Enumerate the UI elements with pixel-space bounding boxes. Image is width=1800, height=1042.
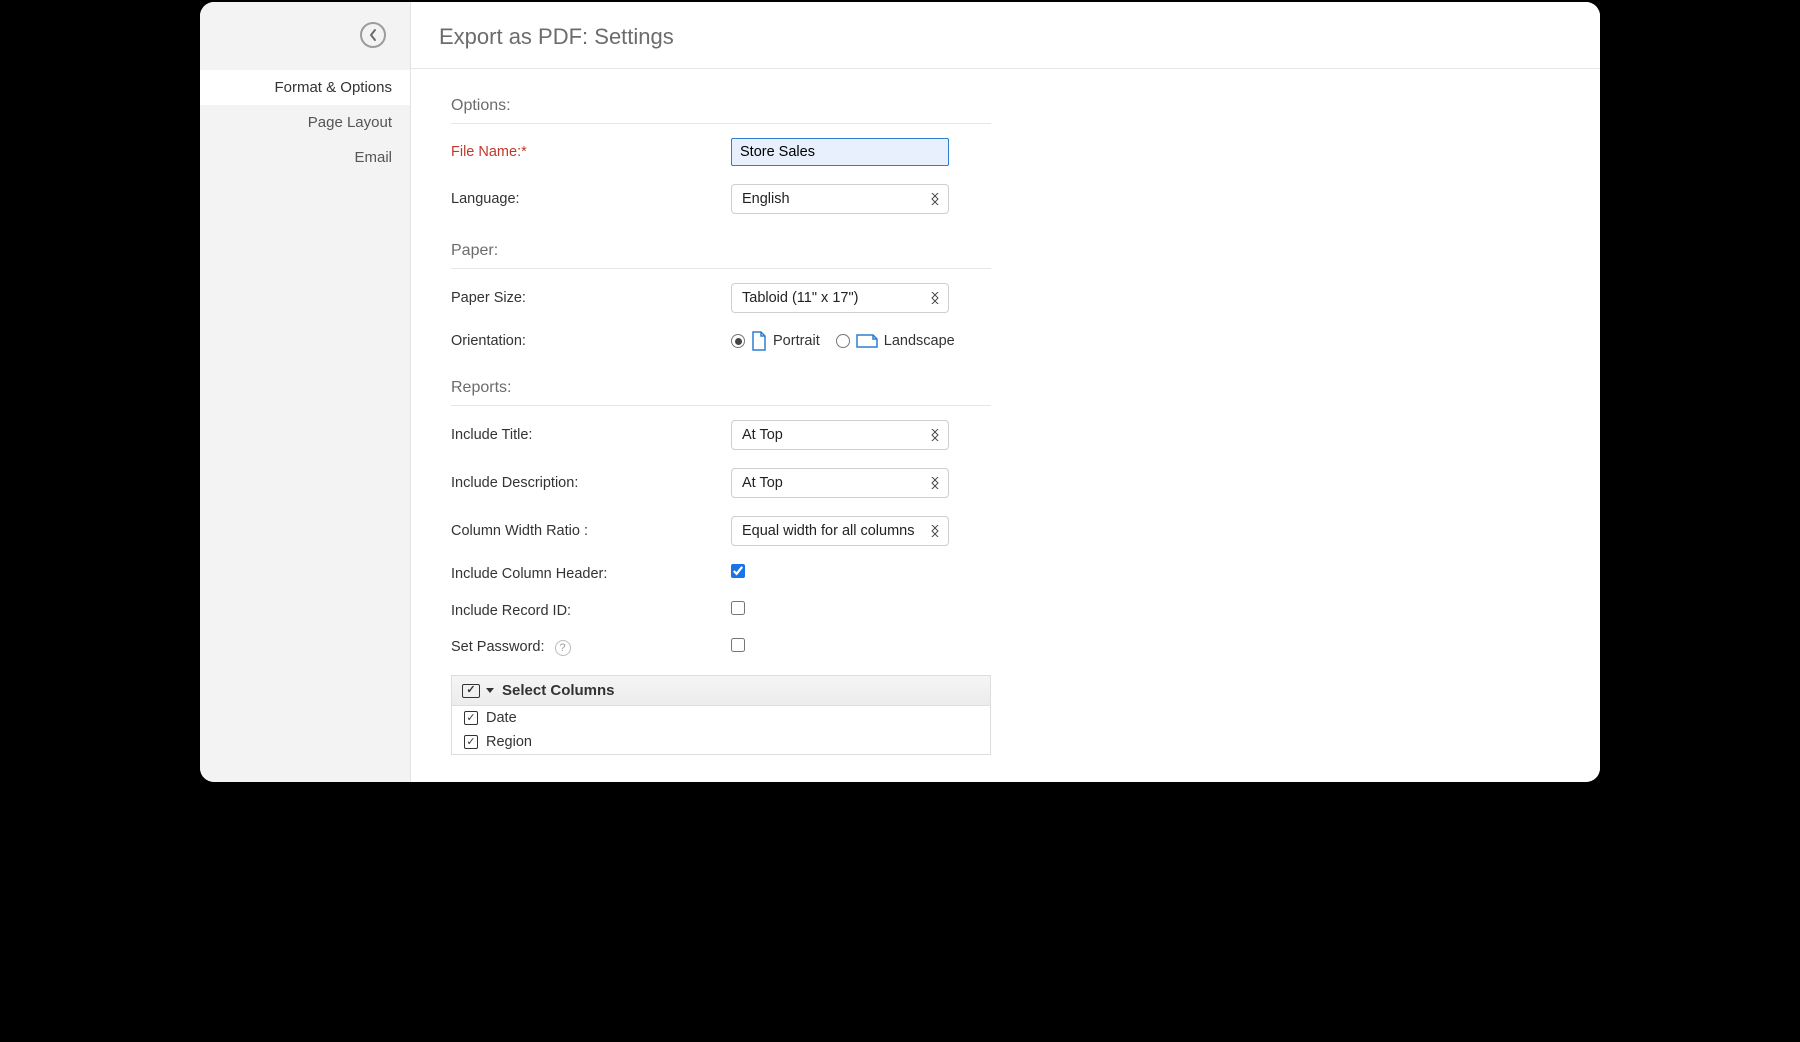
select-columns-label: Select Columns (502, 682, 615, 699)
landscape-label: Landscape (884, 333, 955, 349)
include-header-checkbox[interactable] (731, 564, 745, 578)
landscape-page-icon (856, 333, 878, 349)
row-file-name: File Name:* (451, 138, 991, 166)
column-item[interactable]: Date (452, 706, 990, 730)
radio-icon (836, 334, 850, 348)
row-col-width: Column Width Ratio : Equal width for all… (451, 516, 991, 546)
row-set-password: Set Password: ? (451, 638, 991, 657)
section-reports-title: Reports: (451, 369, 991, 406)
column-item[interactable]: Region (452, 730, 990, 754)
chevron-left-icon (368, 28, 378, 42)
main-panel: Export as PDF: Settings Options: File Na… (410, 2, 1600, 782)
caret-down-icon (486, 688, 494, 693)
row-include-desc: Include Description: At Top (451, 468, 991, 498)
portrait-label: Portrait (773, 333, 820, 349)
file-name-label: File Name:* (451, 144, 731, 160)
select-columns-box: Select Columns Date Region (451, 675, 991, 755)
include-recid-label: Include Record ID: (451, 603, 731, 619)
checkbox-icon[interactable] (464, 711, 478, 725)
select-all-checkbox-icon[interactable] (462, 684, 480, 698)
set-password-checkbox[interactable] (731, 638, 745, 652)
row-include-title: Include Title: At Top (451, 420, 991, 450)
sidebar-item-email[interactable]: Email (200, 140, 410, 175)
include-title-label: Include Title: (451, 427, 731, 443)
include-header-label: Include Column Header: (451, 566, 731, 582)
orientation-portrait[interactable]: Portrait (731, 331, 820, 351)
orientation-landscape[interactable]: Landscape (836, 333, 955, 349)
include-title-select[interactable]: At Top (731, 420, 949, 450)
sidebar-item-page-layout[interactable]: Page Layout (200, 105, 410, 140)
page-title: Export as PDF: Settings (411, 2, 1600, 69)
checkbox-icon[interactable] (464, 735, 478, 749)
language-select[interactable]: English (731, 184, 949, 214)
radio-icon (731, 334, 745, 348)
section-paper-title: Paper: (451, 232, 991, 269)
language-label: Language: (451, 191, 731, 207)
sidebar-item-format-options[interactable]: Format & Options (200, 70, 410, 105)
file-name-input[interactable] (731, 138, 949, 166)
paper-size-label: Paper Size: (451, 290, 731, 306)
row-include-recid: Include Record ID: (451, 601, 991, 620)
paper-size-select[interactable]: Tabloid (11" x 17") (731, 283, 949, 313)
section-options-title: Options: (451, 87, 991, 124)
row-include-header: Include Column Header: (451, 564, 991, 583)
include-desc-select[interactable]: At Top (731, 468, 949, 498)
export-settings-window: Format & Options Page Layout Email Expor… (200, 2, 1600, 782)
orientation-label: Orientation: (451, 333, 731, 349)
column-label: Region (486, 734, 532, 750)
select-columns-header[interactable]: Select Columns (452, 676, 990, 706)
col-width-label: Column Width Ratio : (451, 523, 731, 539)
section-reports: Reports: Include Title: At Top Include D… (451, 369, 991, 755)
column-label: Date (486, 710, 517, 726)
section-paper: Paper: Paper Size: Tabloid (11" x 17") O… (451, 232, 991, 351)
portrait-page-icon (751, 331, 767, 351)
help-icon[interactable]: ? (555, 640, 571, 656)
row-paper-size: Paper Size: Tabloid (11" x 17") (451, 283, 991, 313)
back-button[interactable] (360, 22, 386, 48)
content-scroll[interactable]: Options: File Name:* Language: Englis (411, 69, 1600, 782)
row-orientation: Orientation: Portrait (451, 331, 991, 351)
sidebar: Format & Options Page Layout Email (200, 2, 410, 782)
section-options: Options: File Name:* Language: Englis (451, 87, 991, 214)
row-language: Language: English (451, 184, 991, 214)
include-recid-checkbox[interactable] (731, 601, 745, 615)
set-password-label: Set Password: ? (451, 639, 731, 655)
col-width-select[interactable]: Equal width for all columns (731, 516, 949, 546)
include-desc-label: Include Description: (451, 475, 731, 491)
